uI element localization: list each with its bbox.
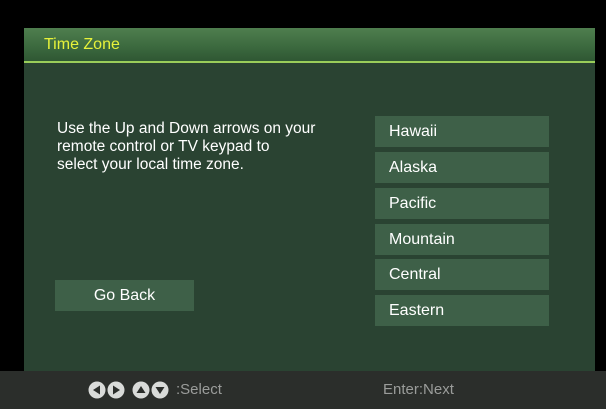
time-zone-option-alaska[interactable]: Alaska (375, 152, 549, 183)
right-arrow-icon (107, 381, 125, 399)
enter-next-hint: Enter:Next (383, 381, 454, 398)
page-title: Time Zone (44, 36, 120, 53)
down-arrow-icon (151, 381, 169, 399)
up-arrow-icon (132, 381, 150, 399)
time-zone-option-pacific[interactable]: Pacific (375, 188, 549, 219)
time-zone-option-hawaii[interactable]: Hawaii (375, 116, 549, 147)
time-zone-option-mountain[interactable]: Mountain (375, 224, 549, 255)
time-zone-panel: Time Zone Use the Up and Down arrows on … (24, 28, 595, 371)
instructions-text: Use the Up and Down arrows on your remot… (57, 120, 316, 173)
title-bar: Time Zone (24, 28, 595, 63)
left-arrow-icon (88, 381, 106, 399)
tv-screen: Time Zone Use the Up and Down arrows on … (0, 0, 606, 409)
time-zone-option-eastern[interactable]: Eastern (375, 295, 549, 326)
select-hint: :Select (176, 381, 222, 398)
footer-bar: :Select Enter:Next (0, 371, 606, 409)
time-zone-option-central[interactable]: Central (375, 259, 549, 290)
go-back-button[interactable]: Go Back (55, 280, 194, 311)
